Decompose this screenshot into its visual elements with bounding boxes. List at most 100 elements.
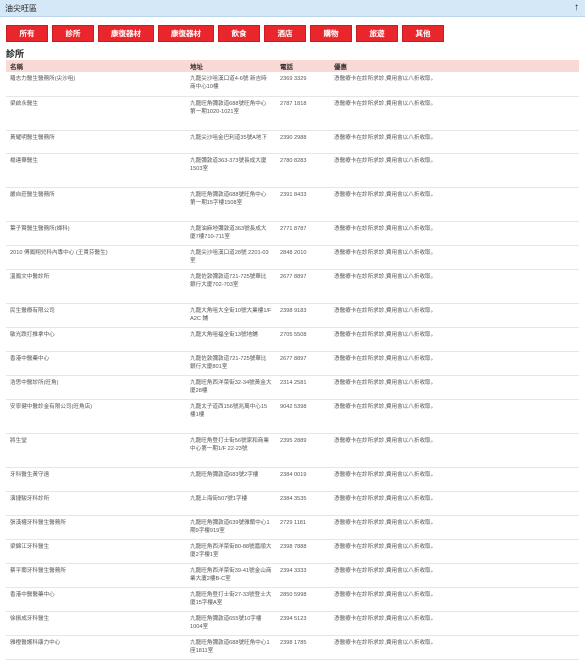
cell-offer: 憑醫療卡在診所求診,費用會以八折收取。 (330, 467, 579, 492)
cell-address: 九龍大角咀大全街10號大業樓1/F A2C 鋪 (186, 303, 276, 328)
table-row: 葉子賢醫生醫務所(婦科) 九龍油麻地彌敦道363號長成大廈7樓710-711室 27… (6, 221, 579, 246)
cell-phone: 2390 2988 (276, 130, 330, 154)
tab-food[interactable]: 飲食 (218, 25, 260, 42)
tab-travel[interactable]: 旅遊 (356, 25, 398, 42)
cell-name: 徐振成牙科醫生 (6, 611, 186, 636)
table-row: 2010 傅鳳翔兒科內專中心 (王貴芬醫生) 九龍尖沙咀漢口道28號 2201-0… (6, 245, 579, 270)
table-row: 溫鳳文中醫診所 九龍佐敦彌敦道721-725號華比銀行大廈702-703室 2677… (6, 269, 579, 304)
cell-offer: 憑醫療卡在診所求診,費用會以八折收取。 (330, 153, 579, 188)
tab-label: 所有 (19, 29, 35, 38)
cell-phone: 2384 0019 (276, 467, 330, 492)
cell-offer: 憑醫療卡在診所求診,費用會以八折收取。 (330, 539, 579, 564)
cell-name: 將生堂 (6, 433, 186, 468)
table-row: 將生堂 九龍旺角登打士街56號家和商業中心第一期1/F 22-23號 2395 28… (6, 433, 579, 468)
cell-address: 九龍尖沙咀金巴利道35號A地下 (186, 130, 276, 154)
cell-address: 九龍旺角彌敦道639號雅蘭中心1期9字樓919室 (186, 515, 276, 540)
cell-offer: 憑醫療卡在診所求診,費用會以八折收取。 (330, 327, 579, 352)
cell-address: 九龍上海街507號1字樓 (186, 491, 276, 516)
cell-offer: 憑醫療卡在診所求診,費用會以八折收取。 (330, 96, 579, 131)
table-row: 蔡平蘭牙科醫生醫務所 九龍旺角西洋菜街39-41號金山商業大廈2樓B-C室 2394… (6, 563, 579, 588)
cell-address: 九龍佐敦彌敦道721-725號華比銀行大廈702-703室 (186, 269, 276, 304)
cell-phone: 2398 1785 (276, 635, 330, 660)
cell-name: 黃耀明醫生醫務所 (6, 130, 186, 154)
table-row: 香港中醫藥中心 九龍佐敦彌敦道721-725號華比銀行大廈801室 2677 889… (6, 351, 579, 376)
table-row: 敏光跌打推拿中心 九龍大角咀福全街13號地鋪 2705 5508 憑醫療卡在診所求診,… (6, 327, 579, 352)
cell-name: 牙科醫生黃守遠 (6, 467, 186, 492)
cell-name: 香港中醫醫藥中心 (6, 587, 186, 612)
cell-offer: 憑醫療卡在診所求診,費用會以八折收取。 (330, 187, 579, 222)
cell-offer: 憑醫療卡在診所求診,費用會以八折收取。 (330, 351, 579, 376)
cell-address: 九龍旺角彌敦道688號旺角中心第一期1020-1021室 (186, 96, 276, 131)
tab-hotel[interactable]: 酒店 (264, 25, 306, 42)
tab-clinic[interactable]: 診所 (52, 25, 94, 42)
table-row: 徐振成牙科醫生 九龍旺角彌敦道655號10字樓1004室 2394 5123 憑醫療卡… (6, 611, 579, 636)
table-row: 演捷駿牙科診所 九龍上海街507號1字樓 2384 3535 憑醫療卡在診所求診,費用… (6, 491, 579, 516)
table-row: 雅橙醫護科康力中心 九龍旺角彌敦道688號旺角中心1座1811室 2398 1785… (6, 635, 579, 660)
tab-all[interactable]: 所有 (6, 25, 48, 42)
table-row: 黃耀明醫生醫務所 九龍尖沙咀金巴利道35號A地下 2390 2988 憑醫療卡在診所求… (6, 130, 579, 154)
tab-label: 旅遊 (369, 29, 385, 38)
column-header-phone: 電話 (276, 60, 330, 72)
table-row: 張漢權牙科醫生醫務所 九龍旺角彌敦道639號雅蘭中心1期9字樓919室 2729 1… (6, 515, 579, 540)
column-header-address: 地址 (186, 60, 276, 72)
cell-address: 九龍旺角登打士街56號家和商業中心第一期1/F 22-23號 (186, 433, 276, 468)
cell-name: 雅橙醫護科康力中心 (6, 635, 186, 660)
tab-label: 診所 (65, 29, 81, 38)
cell-address: 九龍旺角西洋菜街80-88號嘉順大廈2字樓1室 (186, 539, 276, 564)
tab-shopping[interactable]: 購物 (310, 25, 352, 42)
cell-phone: 2391 8433 (276, 187, 330, 222)
cell-offer: 憑醫療卡在診所求診,費用會以八折收取。 (330, 245, 579, 270)
tab-rehab-equipment[interactable]: 康復器材 (98, 25, 154, 42)
district-header: 油尖旺區 ↑ (0, 0, 585, 17)
cell-offer: 憑醫療卡在診所求診,費用會以八折收取。 (330, 269, 579, 304)
cell-offer: 憑醫療卡在診所求診,費用會以八折收取。 (330, 72, 579, 97)
cell-address: 九龍太子道西156號兆萬中心15樓1樓 (186, 399, 276, 434)
table-row: 香港中醫醫藥中心 九龍旺角登打士街27-33號登士大廈15字樓A室 2850 599… (6, 587, 579, 612)
cell-phone: 2780 8283 (276, 153, 330, 188)
cell-name: 2010 傅鳳翔兒科內專中心 (王貴芬醫生) (6, 245, 186, 270)
cell-name: 張漢權牙科醫生醫務所 (6, 515, 186, 540)
cell-offer: 憑醫療卡在診所求診,費用會以八折收取。 (330, 491, 579, 516)
cell-name: 蔡平蘭牙科醫生醫務所 (6, 563, 186, 588)
cell-name: 演捷駿牙科診所 (6, 491, 186, 516)
cell-address: 九龍佐敦彌敦道721-725號華比銀行大廈801室 (186, 351, 276, 376)
category-tabs: 所有 診所 康復器材 康復器材 飲食 酒店 購物 旅遊 其他 (0, 17, 585, 42)
cell-name: 溫鳳文中醫診所 (6, 269, 186, 304)
cell-phone: 2394 3333 (276, 563, 330, 588)
cell-phone: 2398 9183 (276, 303, 330, 328)
cell-address: 九龍大角咀福全街13號地鋪 (186, 327, 276, 352)
table-row: 梁錦江牙科醫生 九龍旺角西洋菜街80-88號嘉順大廈2字樓1室 2398 7888 憑… (6, 539, 579, 564)
cell-offer: 憑醫療卡在診所求診,費用會以八折收取。 (330, 303, 579, 328)
cell-phone: 2848 2010 (276, 245, 330, 270)
cell-offer: 憑醫療卡在診所求診,費用會以八折收取。 (330, 611, 579, 636)
tab-label: 其他 (415, 29, 431, 38)
tab-other[interactable]: 其他 (402, 25, 444, 42)
cell-address: 九龍尖沙咀漢口道4-6號 新吉時商中心10樓 (186, 72, 276, 97)
tab-label: 康復器材 (111, 29, 141, 38)
cell-phone: 2787 1818 (276, 96, 330, 131)
tab-rehab-equipment-2[interactable]: 康復器材 (158, 25, 214, 42)
cell-name: 香港中醫藥中心 (6, 351, 186, 376)
table-row: 楊達華醫生 九龍彌敦道363-373號長成大廈1503室 2780 8283 憑醫療卡… (6, 153, 579, 188)
up-arrow-icon[interactable]: ↑ (574, 3, 579, 13)
cell-offer: 憑醫療卡在診所求診,費用會以八折收取。 (330, 563, 579, 588)
cell-address: 九龍旺角西洋菜街32-34號黃金大廈28樓 (186, 375, 276, 400)
clinic-table-wrap: 名稱 地址 電話 優惠 羅志力醫生醫務所(尖沙咀) 九龍尖沙咀漢口道4-6號 新吉… (6, 60, 579, 660)
cell-address: 九龍旺角西洋菜街39-41號金山商業大廈2樓B-C室 (186, 563, 276, 588)
cell-address: 九龍油麻地彌敦道363號長成大廈7樓710-711室 (186, 221, 276, 246)
cell-name: 嚴自莊醫生醫務所 (6, 187, 186, 222)
cell-phone: 2395 2889 (276, 433, 330, 468)
cell-name: 梁錦江牙科醫生 (6, 539, 186, 564)
table-row: 梁啟永醫生 九龍旺角彌敦道688號旺角中心第一期1020-1021室 2787 18… (6, 96, 579, 131)
table-row: 羅志力醫生醫務所(尖沙咀) 九龍尖沙咀漢口道4-6號 新吉時商中心10樓 2369 … (6, 72, 579, 97)
cell-phone: 2705 5508 (276, 327, 330, 352)
cell-phone: 2677 8897 (276, 351, 330, 376)
cell-name: 浩思中醫診所(旺角) (6, 375, 186, 400)
cell-address: 九龍旺角彌敦道683號2字樓 (186, 467, 276, 492)
cell-offer: 憑醫療卡在診所求診,費用會以八折收取。 (330, 375, 579, 400)
cell-phone: 2677 8897 (276, 269, 330, 304)
cell-phone: 2384 3535 (276, 491, 330, 516)
tab-label: 酒店 (277, 29, 293, 38)
cell-phone: 2394 5123 (276, 611, 330, 636)
clinic-table: 名稱 地址 電話 優惠 羅志力醫生醫務所(尖沙咀) 九龍尖沙咀漢口道4-6號 新吉… (6, 60, 579, 660)
